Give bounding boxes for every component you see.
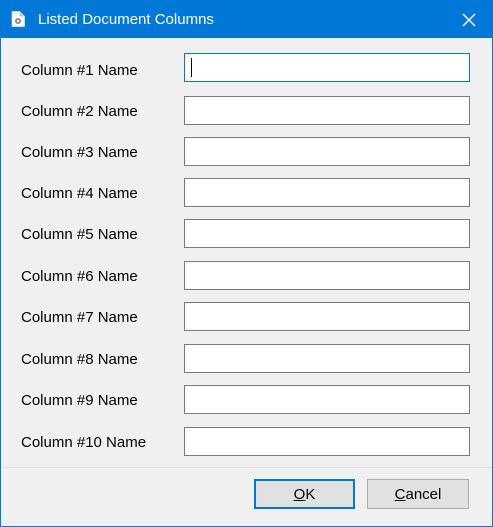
column-3-name-input[interactable] xyxy=(184,137,470,166)
column-5-name-input[interactable] xyxy=(184,219,470,248)
column-4-name-input[interactable] xyxy=(184,178,470,207)
column-7-name-input[interactable] xyxy=(184,302,470,331)
column-10-name-input[interactable] xyxy=(184,427,470,456)
column-10-label: Column #10 Name xyxy=(21,434,147,451)
cancel-label: ancel xyxy=(405,485,442,503)
column-5-label: Column #5 Name xyxy=(21,226,138,243)
text-caret xyxy=(191,58,192,77)
column-6-label: Column #6 Name xyxy=(21,268,138,285)
column-2-name-input[interactable] xyxy=(184,96,470,125)
close-button[interactable] xyxy=(446,1,492,38)
close-icon xyxy=(462,13,476,26)
dialog-window: Listed Document Columns Column #1 Name C… xyxy=(0,0,493,527)
column-8-name-input[interactable] xyxy=(184,344,470,373)
ok-button[interactable]: OK xyxy=(254,479,355,509)
title-bar[interactable]: Listed Document Columns xyxy=(1,1,492,38)
ok-label: K xyxy=(305,485,316,503)
column-1-label: Column #1 Name xyxy=(21,62,138,79)
column-9-label: Column #9 Name xyxy=(21,392,138,409)
window-title: Listed Document Columns xyxy=(38,11,214,28)
column-1-name-input[interactable] xyxy=(184,53,470,82)
document-gear-icon xyxy=(11,11,25,27)
cancel-mnemonic: C xyxy=(394,485,406,503)
column-9-name-input[interactable] xyxy=(184,385,470,414)
column-8-label: Column #8 Name xyxy=(21,351,138,368)
column-3-label: Column #3 Name xyxy=(21,144,138,161)
column-2-label: Column #2 Name xyxy=(21,103,138,120)
cancel-button[interactable]: Cancel xyxy=(367,479,469,509)
column-4-label: Column #4 Name xyxy=(21,185,138,202)
ok-mnemonic: O xyxy=(293,485,306,503)
column-6-name-input[interactable] xyxy=(184,261,470,290)
column-7-label: Column #7 Name xyxy=(21,309,138,326)
